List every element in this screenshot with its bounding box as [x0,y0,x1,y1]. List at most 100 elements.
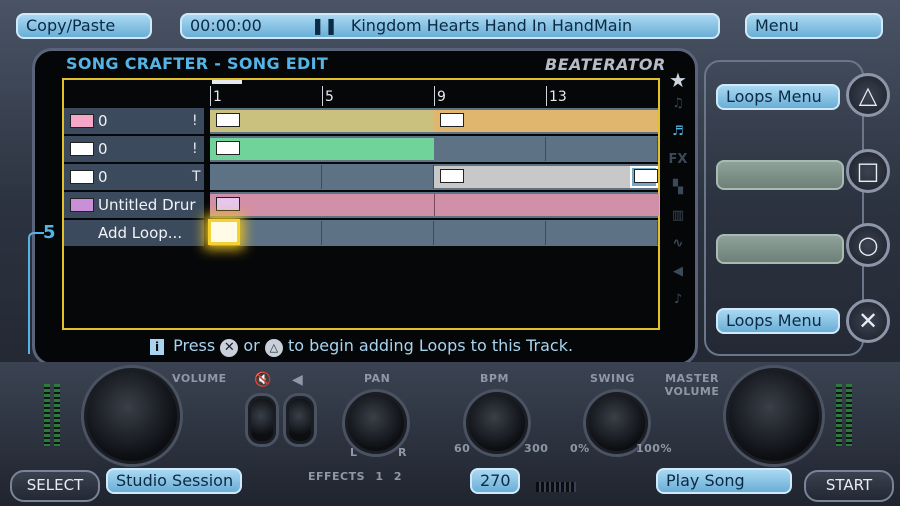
hint-line: i Press ✕ or △ to begin adding Loops to … [150,336,573,357]
track-flag: ! [192,113,198,129]
loops-menu-button-bottom[interactable]: Loops Menu [716,308,840,334]
track-timeline[interactable] [210,220,658,246]
ruler-tick: 9 [434,86,446,106]
loop-clip[interactable] [210,194,434,216]
hint-text-or: or [243,336,260,355]
drum-icon [216,197,240,211]
effects-knob-2[interactable] [286,396,314,444]
pan-label: PAN [364,372,391,385]
loop-clip[interactable] [210,138,434,160]
ruler-tick: 5 [322,86,334,106]
melody-icon[interactable]: ♬ [664,124,692,152]
start-button[interactable]: START [804,470,894,502]
pan-left-label: L [350,446,358,459]
mute-icon[interactable]: 🔇 [254,372,271,388]
loop-clip[interactable] [210,110,434,132]
empty-measure[interactable] [546,137,658,161]
track-timeline[interactable] [210,164,658,190]
hint-text-pre: Press [173,336,216,355]
loop-clip[interactable] [434,110,658,132]
speaker-icon[interactable]: ◀ [664,264,692,292]
headphones-icon[interactable]: ♫ [664,96,692,124]
keyboard-icon [70,142,94,156]
speaker-icon[interactable]: ◀ [292,372,303,388]
track-timeline[interactable] [210,192,659,218]
swing-max-label: 100% [636,442,672,455]
left-level-meter [44,384,50,446]
brand-logo: BEATERATOR [545,55,666,74]
volume-label: VOLUME [172,372,227,385]
empty-measure[interactable] [210,165,322,189]
empty-measure[interactable] [322,165,434,189]
loops-menu-button-top[interactable]: Loops Menu [716,84,840,110]
empty-measure[interactable] [434,137,546,161]
track-flag: ! [192,141,198,157]
song-title: Kingdom Hearts Hand In HandMain [350,16,633,35]
star-icon[interactable]: ★ [664,68,692,96]
pan-knob[interactable] [345,392,407,454]
empty-measure[interactable] [434,221,546,245]
track-row[interactable]: 0 ! [64,136,658,162]
keyboard-icon [216,113,240,127]
keyboard-icon [440,169,464,183]
play-song-button[interactable]: Play Song [656,468,792,494]
info-icon: i [150,339,164,355]
track-row[interactable]: 0 ! [64,108,658,134]
bars-icon[interactable]: ▥ [664,208,692,236]
bpm-max-label: 300 [524,442,549,455]
effects-label: EFFECTS 1 2 [308,470,402,483]
track-name: 0 [98,168,108,186]
right-level-meter [836,384,842,446]
right-level-meter [846,384,852,446]
volume-knob[interactable] [84,368,180,464]
square-action-slot[interactable] [716,160,844,190]
triangle-button-icon: △ [264,339,283,357]
track-flag: T [192,169,201,185]
master-volume-label: MASTER VOLUME [664,372,720,398]
circle-action-slot[interactable] [716,234,844,264]
keyboard-icon [70,170,94,184]
wave-icon[interactable]: ∿ [664,236,692,264]
track-counter: 5 [43,222,56,243]
screen-title: SONG CRAFTER - SONG EDIT [66,54,329,73]
select-button[interactable]: SELECT [10,470,100,502]
triangle-button[interactable]: △ [846,73,890,117]
circle-button[interactable]: ○ [846,223,890,267]
song-time: 00:00:00 [190,16,262,35]
add-loop-label[interactable]: Add Loop... [64,220,204,246]
effects-knob-1[interactable] [248,396,276,444]
track-name: 0 [98,140,108,158]
track-timeline[interactable] [210,136,658,162]
master-volume-knob[interactable] [726,368,822,464]
square-button[interactable]: □ [846,149,890,193]
bpm-min-label: 60 [454,442,471,455]
track-timeline[interactable] [210,108,658,134]
track-row[interactable]: Untitled Drur [64,192,659,218]
keyboard-icon [440,113,464,127]
drum-grid-icon[interactable]: ▚ [664,180,692,208]
copy-paste-button[interactable]: Copy/Paste [16,13,152,39]
hint-text-post: to begin adding Loops to this Track. [287,336,574,355]
studio-session-button[interactable]: Studio Session [106,468,242,494]
bpm-label: BPM [480,372,509,385]
swing-label: SWING [590,372,635,385]
cross-button[interactable]: ✕ [846,299,890,343]
cross-button-icon: ✕ [220,339,239,357]
selection-cursor[interactable] [208,219,240,245]
track-row[interactable]: 0 T [64,164,658,190]
menu-button[interactable]: Menu [745,13,883,39]
bpm-knob[interactable] [466,392,528,454]
empty-measure[interactable] [322,221,434,245]
ruler-tick: 13 [546,86,567,106]
loop-clip[interactable] [434,194,659,216]
swing-min-label: 0% [570,442,590,455]
note-icon[interactable]: ♪ [664,292,692,320]
effects-slot-1: 1 [375,470,384,483]
left-level-meter [54,384,60,446]
empty-measure[interactable] [546,221,658,245]
keyboard-icon [216,141,240,155]
effects-text: EFFECTS [308,470,366,483]
effects-slot-2: 2 [393,470,403,483]
add-loop-row[interactable]: Add Loop... [64,220,658,246]
fx-icon[interactable]: FX [664,152,692,180]
